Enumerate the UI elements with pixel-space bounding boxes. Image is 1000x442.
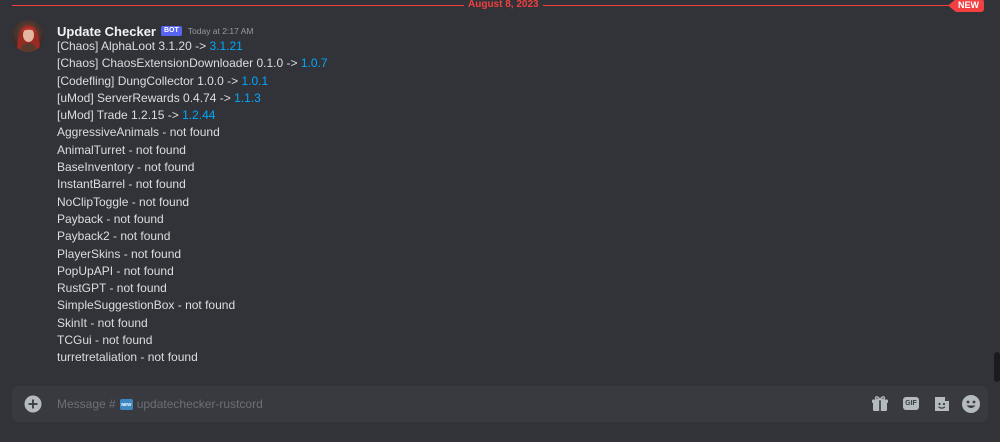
message-line: [Chaos] ChaosExtensionDownloader 0.1.0 -… [57, 55, 328, 72]
scrollbar-thumb[interactable] [994, 352, 1000, 382]
version-link[interactable]: 1.0.1 [241, 74, 268, 88]
message-line: NoClipToggle - not found [57, 194, 190, 209]
timestamp[interactable]: Today at 2:17 AM [188, 26, 254, 36]
gift-icon[interactable] [870, 394, 890, 414]
version-link[interactable]: 3.1.21 [209, 39, 242, 53]
plus-circle-icon[interactable] [24, 395, 42, 413]
message-line: Payback - not found [57, 211, 164, 226]
line-text: [Chaos] AlphaLoot 3.1.20 -> [57, 39, 210, 53]
sticker-icon[interactable] [932, 394, 952, 414]
line-text: [Codefling] DungCollector 1.0.0 -> [57, 73, 242, 88]
message-line: SimpleSuggestionBox - not found [57, 298, 236, 313]
message-line: AnimalTurret - not found [57, 142, 186, 157]
message-content: [Chaos] AlphaLoot 3.1.20 -> 3.1.21 [Chao… [57, 38, 328, 367]
version-link[interactable]: 1.2.44 [182, 108, 215, 122]
message-line: Payback2 - not found [57, 229, 171, 244]
line-text: [Chaos] ChaosExtensionDownloader 0.1.0 -… [57, 56, 301, 71]
message-composer: Message # NEW updatechecker-rustcord GIF [12, 386, 988, 422]
placeholder-prefix: Message # [57, 397, 116, 411]
message-line: PopUpAPI - not found [57, 263, 174, 278]
username[interactable]: Update Checker [57, 24, 156, 39]
message-line: [uMod] Trade 1.2.15 -> 1.2.44 [57, 107, 328, 124]
message-line: InstantBarrel - not found [57, 177, 186, 192]
gif-label: GIF [903, 397, 919, 410]
message-line: AggressiveAnimals - not found [57, 125, 220, 140]
avatar[interactable] [12, 20, 44, 52]
message-line: RustGPT - not found [57, 281, 167, 296]
message-line: [Chaos] AlphaLoot 3.1.20 -> 3.1.21 [57, 38, 328, 55]
message-line: [uMod] ServerRewards 0.4.74 -> 1.1.3 [57, 90, 328, 107]
new-emoji-icon: NEW [119, 398, 133, 410]
line-text: [uMod] ServerRewards 0.4.74 -> [57, 90, 235, 105]
message-line: TCGui - not found [57, 333, 153, 348]
gif-icon[interactable]: GIF [901, 394, 921, 414]
line-text: [uMod] Trade 1.2.15 -> [57, 108, 183, 123]
bot-tag: BOT [160, 26, 182, 36]
avatar-image [12, 20, 44, 52]
message-line: [Codefling] DungCollector 1.0.0 -> 1.0.1 [57, 73, 328, 90]
smiley-icon[interactable] [961, 394, 981, 414]
message-input[interactable]: Message # NEW updatechecker-rustcord [57, 386, 263, 422]
version-link[interactable]: 1.0.7 [301, 56, 328, 70]
divider-date: August 8, 2023 [464, 0, 543, 11]
message-line: turretretaliation - not found [57, 350, 198, 365]
message-line: BaseInventory - not found [57, 160, 195, 175]
channel-name: updatechecker-rustcord [136, 397, 263, 411]
date-divider: August 8, 2023 NEW [12, 0, 984, 12]
chat-view: August 8, 2023 NEW Update Checker BOT To… [0, 0, 1000, 442]
message-line: PlayerSkins - not found [57, 246, 182, 261]
message-line: SkinIt - not found [57, 315, 148, 330]
new-messages-badge[interactable]: NEW [948, 0, 984, 12]
version-link[interactable]: 1.1.3 [234, 91, 261, 105]
